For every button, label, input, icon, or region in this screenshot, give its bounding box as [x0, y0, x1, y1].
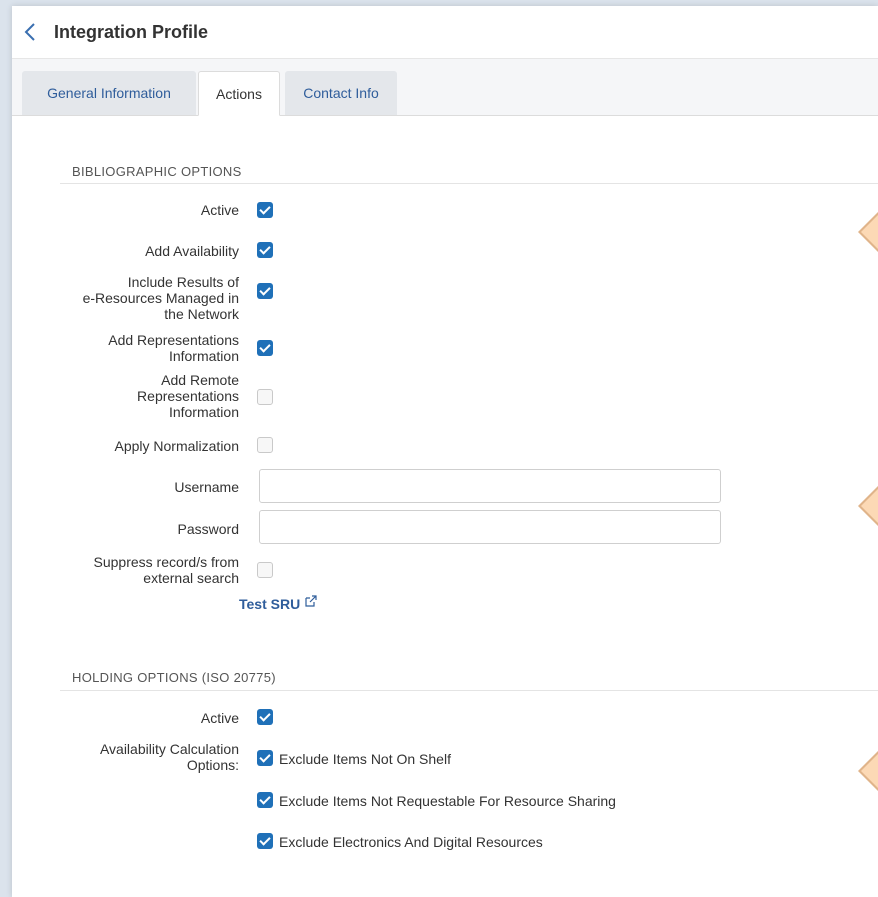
suppress-records-label: Suppress record/s from external search	[94, 554, 240, 586]
apply-normalization-checkbox[interactable]	[257, 437, 273, 453]
include-results-label-line1: Include Results of	[127, 274, 239, 290]
section-divider	[60, 690, 878, 691]
availability-calc-label-line2: Options:	[186, 757, 239, 773]
test-sru-label: Test SRU	[239, 596, 301, 612]
add-representations-label-line2: Information	[168, 348, 239, 364]
holding-options-title: HOLDING OPTIONS (ISO 20775)	[72, 670, 276, 685]
exclude-not-requestable-label: Exclude Items Not Requestable For Resour…	[279, 793, 616, 809]
chevron-left-icon	[24, 23, 35, 41]
tab-contact-info[interactable]: Contact Info	[285, 71, 397, 115]
availability-calc-label-line1: Availability Calculation	[99, 741, 239, 757]
add-availability-checkbox[interactable]	[257, 242, 273, 258]
add-representations-checkbox[interactable]	[257, 340, 273, 356]
add-remote-representations-checkbox[interactable]	[257, 389, 273, 405]
tab-bar: General Information Actions Contact Info	[12, 59, 878, 116]
external-link-icon	[305, 595, 317, 607]
test-sru-link[interactable]: Test SRU	[239, 595, 318, 612]
back-button[interactable]	[24, 22, 42, 42]
integration-profile-panel: Integration Profile General Information …	[12, 6, 878, 897]
tab-general-information[interactable]: General Information	[22, 71, 196, 115]
password-label: Password	[177, 521, 239, 537]
availability-calculation-label: Availability Calculation Options:	[100, 741, 239, 773]
callout-arrow	[858, 751, 878, 791]
include-results-label-line2: e-Resources Managed in	[82, 290, 239, 306]
exclude-electronics-checkbox[interactable]	[257, 833, 273, 849]
holding-active-label: Active	[200, 710, 239, 726]
callout-arrow	[858, 486, 878, 526]
apply-normalization-label: Apply Normalization	[114, 438, 240, 454]
suppress-records-checkbox[interactable]	[257, 562, 273, 578]
suppress-label-line1: Suppress record/s from	[93, 554, 240, 570]
add-remote-representations-label: Add Remote Representations Information	[137, 372, 239, 420]
username-label: Username	[174, 479, 239, 495]
page-title: Integration Profile	[54, 21, 209, 42]
password-input[interactable]	[259, 510, 721, 544]
exclude-not-on-shelf-label: Exclude Items Not On Shelf	[279, 751, 451, 767]
exclude-not-requestable-checkbox[interactable]	[257, 792, 273, 808]
add-remote-label-line2: Representations	[137, 388, 239, 404]
exclude-not-on-shelf-checkbox[interactable]	[257, 750, 273, 766]
add-remote-label-line3: Information	[168, 404, 239, 420]
add-availability-label: Add Availability	[145, 243, 239, 259]
include-results-label: Include Results of e-Resources Managed i…	[83, 274, 239, 322]
section-divider	[60, 183, 878, 184]
tab-actions[interactable]: Actions	[198, 71, 280, 116]
active-label: Active	[200, 202, 239, 218]
active-checkbox[interactable]	[257, 202, 273, 218]
include-results-label-line3: the Network	[164, 306, 239, 322]
suppress-label-line2: external search	[143, 570, 239, 586]
add-representations-label-line1: Add Representations	[108, 332, 239, 348]
bibliographic-options-title: BIBLIOGRAPHIC OPTIONS	[72, 164, 242, 179]
add-representations-label: Add Representations Information	[108, 332, 239, 364]
username-input[interactable]	[259, 469, 721, 503]
add-remote-label-line1: Add Remote	[161, 372, 239, 388]
exclude-electronics-label: Exclude Electronics And Digital Resource…	[279, 834, 543, 850]
include-results-checkbox[interactable]	[257, 283, 273, 299]
page-header: Integration Profile	[12, 6, 878, 59]
callout-arrow	[858, 212, 878, 252]
holding-active-checkbox[interactable]	[257, 709, 273, 725]
